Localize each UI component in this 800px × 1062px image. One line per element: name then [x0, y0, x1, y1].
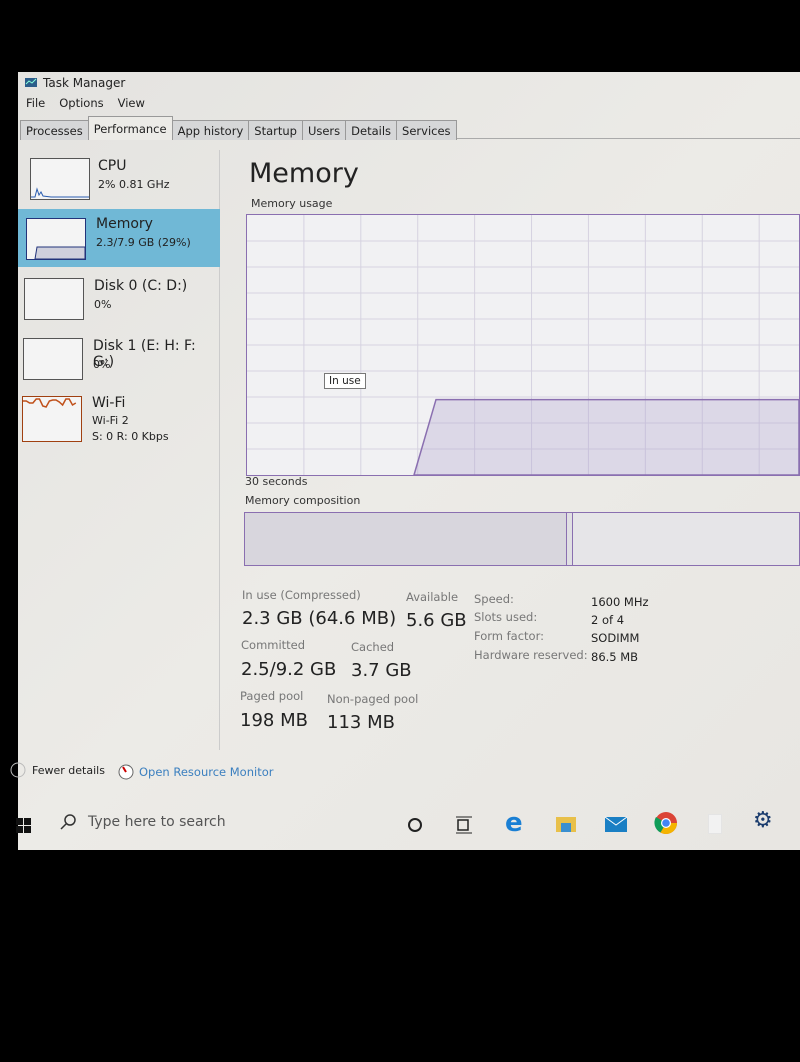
tab-performance[interactable]: Performance [87, 116, 173, 140]
non-paged-pool-value: 113 MB [327, 712, 395, 733]
search-icon [60, 814, 76, 830]
search-placeholder: Type here to search [88, 814, 226, 830]
time-span-label: 30 seconds [245, 475, 308, 488]
tab-services[interactable]: Services [396, 120, 457, 140]
committed-label: Committed [241, 638, 306, 652]
cpu-thumbnail-graph [30, 158, 90, 200]
form-factor-value: SODIMM [591, 631, 640, 645]
hardware-reserved-value: 86.5 MB [591, 650, 639, 664]
sidebar-item-cpu[interactable]: CPU 2% 0.81 GHz [18, 152, 220, 210]
paged-pool-label: Paged pool [240, 689, 304, 703]
non-paged-pool-label: Non-paged pool [327, 692, 419, 706]
available-value: 5.6 GB [406, 610, 467, 631]
window-title: Task Manager [43, 76, 126, 90]
cortana-icon[interactable] [407, 817, 423, 833]
speed-label: Speed: [474, 592, 514, 606]
in-use-label: In use (Compressed) [242, 588, 361, 602]
paged-pool-value: 198 MB [240, 710, 308, 731]
fewer-details-button[interactable]: Fewer details [10, 762, 105, 778]
memory-label: Memory [96, 216, 153, 232]
wifi-throughput-line [23, 398, 77, 408]
disk-0-stats: 0% [94, 298, 112, 311]
tab-bar: Processes Performance App history Startu… [20, 116, 800, 140]
speed-value: 1600 MHz [591, 595, 649, 609]
open-resource-monitor-link[interactable]: Open Resource Monitor [118, 764, 273, 780]
task-view-icon[interactable] [455, 816, 473, 834]
cached-label: Cached [351, 640, 395, 654]
wifi-throughput: S: 0 R: 0 Kbps [92, 430, 169, 443]
tab-details[interactable]: Details [345, 120, 398, 140]
disk-0-thumbnail-graph [24, 278, 84, 320]
task-manager-icon [25, 78, 37, 87]
menu-view[interactable]: View [118, 96, 145, 110]
disk-1-label: Disk 1 (E: H: F: G:) [93, 338, 196, 370]
cpu-stats: 2% 0.81 GHz [98, 178, 170, 191]
blank-app-icon[interactable] [708, 814, 722, 834]
in-use-tooltip: In use [324, 373, 366, 389]
chevron-up-circle-icon [10, 762, 26, 778]
modified-segment [567, 513, 573, 565]
title-bar: Task Manager [24, 76, 125, 90]
memory-usage-graph [246, 214, 800, 476]
taskbar: Type here to search e ⚙ [16, 800, 800, 850]
cached-value: 3.7 GB [351, 660, 412, 681]
tab-users[interactable]: Users [301, 120, 347, 140]
settings-icon[interactable]: ⚙ [753, 808, 773, 833]
tab-app-history[interactable]: App history [171, 120, 250, 140]
edge-icon[interactable]: e [505, 810, 523, 836]
slots-used-label: Slots used: [474, 610, 538, 624]
sidebar-item-memory[interactable]: Memory 2.3/7.9 GB (29%) [18, 209, 220, 267]
tab-startup[interactable]: Startup [248, 120, 303, 140]
wifi-label: Wi-Fi [92, 395, 126, 411]
slots-used-value: 2 of 4 [591, 613, 625, 627]
memory-usage-chart [247, 215, 800, 476]
memory-usage-label: Memory usage [251, 197, 333, 210]
mail-icon[interactable] [604, 813, 628, 833]
memory-thumbnail-graph [26, 218, 86, 260]
resource-monitor-icon [118, 764, 134, 780]
sidebar-item-disk-1[interactable]: Disk 1 (E: H: F: G:) 0% [18, 332, 220, 390]
sidebar-item-disk-0[interactable]: Disk 0 (C: D:) 0% [18, 272, 220, 330]
resource-monitor-label: Open Resource Monitor [139, 765, 274, 779]
file-explorer-icon[interactable] [555, 813, 577, 833]
memory-composition-bar [244, 512, 800, 566]
sidebar-item-wifi[interactable]: Wi-Fi Wi-Fi 2 S: 0 R: 0 Kbps [18, 392, 220, 456]
memory-composition-label: Memory composition [245, 494, 361, 507]
windows-start-icon[interactable] [16, 818, 32, 834]
menu-file[interactable]: File [26, 96, 45, 110]
in-use-segment [245, 513, 567, 565]
disk-1-thumbnail-graph [23, 338, 83, 380]
disk-1-stats: 0% [93, 358, 111, 371]
committed-value: 2.5/9.2 GB [241, 659, 337, 680]
disk-0-label: Disk 0 (C: D:) [94, 278, 188, 294]
page-title: Memory [249, 158, 359, 189]
performance-sidebar: CPU 2% 0.81 GHz Memory 2.3/7.9 GB (29%) … [18, 150, 220, 750]
memory-in-use-area [412, 398, 800, 476]
fewer-details-label: Fewer details [32, 763, 105, 777]
in-use-value: 2.3 GB (64.6 MB) [242, 608, 397, 629]
available-label: Available [406, 590, 459, 604]
task-manager-window: Task Manager File Options View Processes… [10, 72, 800, 850]
tab-processes[interactable]: Processes [20, 120, 89, 140]
form-factor-label: Form factor: [474, 629, 544, 643]
wifi-adapter: Wi-Fi 2 [92, 414, 129, 427]
menu-bar: File Options View [26, 96, 145, 110]
hardware-reserved-label: Hardware reserved: [474, 648, 588, 662]
menu-options[interactable]: Options [59, 96, 103, 110]
chrome-icon[interactable] [654, 811, 678, 835]
cpu-label: CPU [98, 158, 127, 174]
wifi-thumbnail-graph [22, 396, 82, 442]
search-box[interactable]: Type here to search [60, 814, 226, 830]
memory-stats: 2.3/7.9 GB (29%) [96, 236, 191, 249]
